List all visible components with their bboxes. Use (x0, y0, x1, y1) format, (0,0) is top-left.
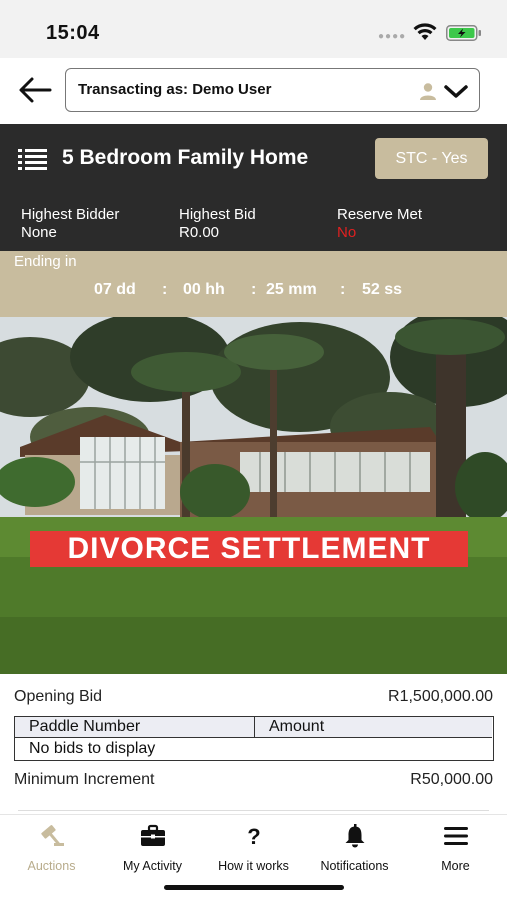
tab-label: Auctions (27, 859, 76, 873)
bell-icon (345, 824, 365, 848)
signal-dots-icon: ●●●● (378, 31, 407, 42)
property-photo-illustration (0, 317, 507, 674)
list-icon[interactable] (18, 148, 48, 170)
tab-my-activity[interactable]: My Activity (102, 821, 203, 875)
back-arrow-icon[interactable] (18, 75, 52, 105)
reserve-met-label: Reserve Met (337, 206, 423, 223)
highest-bidder-value: None (21, 224, 57, 241)
minimum-increment-row: Minimum Increment R50,000.00 (14, 771, 493, 789)
stc-button[interactable]: STC - Yes (375, 138, 488, 179)
countdown-minutes: 25 mm (266, 281, 317, 298)
bids-table: Paddle Number Amount No bids to display (14, 716, 494, 761)
countdown-hours: 00 hh (183, 281, 225, 298)
home-indicator (164, 885, 344, 890)
top-header: Transacting as: Demo User (0, 58, 507, 124)
minimum-increment-value: R50,000.00 (410, 771, 493, 788)
opening-bid-value: R1,500,000.00 (388, 688, 493, 705)
transacting-user-select[interactable]: Transacting as: Demo User (65, 68, 480, 112)
tab-label: Notifications (320, 859, 389, 873)
highest-bid-label: Highest Bid (179, 206, 256, 223)
tab-how-it-works[interactable]: ? How it works (203, 821, 304, 875)
reserve-met-value: No (337, 224, 357, 241)
question-icon: ? (247, 824, 260, 849)
status-time: 15:04 (46, 22, 100, 44)
amount-header: Amount (255, 717, 492, 737)
svg-text:?: ? (247, 824, 260, 849)
property-photo[interactable]: DIVORCE SETTLEMENT (0, 317, 507, 674)
opening-bid-row: Opening Bid R1,500,000.00 (14, 688, 493, 706)
countdown-separator: : (340, 281, 346, 298)
paddle-number-header: Paddle Number (15, 717, 255, 737)
user-icon (420, 83, 436, 100)
briefcase-icon (141, 824, 165, 846)
opening-bid-label: Opening Bid (14, 688, 103, 705)
battery-charging-icon (446, 25, 481, 41)
divider (18, 810, 489, 811)
tab-notifications[interactable]: Notifications (304, 821, 405, 875)
divorce-settlement-banner: DIVORCE SETTLEMENT (30, 531, 468, 567)
menu-icon (444, 827, 468, 845)
countdown-seconds: 52 ss (362, 281, 403, 298)
highest-bid-value: R0.00 (179, 224, 220, 241)
highest-bidder-label: Highest Bidder (21, 206, 120, 223)
chevron-down-icon (444, 85, 468, 98)
auction-title-bar: 5 Bedroom Family Home STC - Yes (0, 124, 507, 194)
ending-label: Ending in (14, 253, 77, 270)
no-bids-message: No bids to display (29, 740, 156, 757)
highest-bid-block: Highest Bid R0.00 (179, 206, 256, 242)
countdown-separator: : (162, 281, 168, 298)
tab-label: How it works (218, 859, 289, 873)
tab-auctions[interactable]: Auctions (1, 821, 102, 875)
countdown-bar: Ending in 07 dd : 00 hh : 25 mm : 52 ss (0, 251, 507, 317)
auction-title: 5 Bedroom Family Home (62, 146, 309, 169)
bids-table-header: Paddle Number Amount (15, 717, 492, 738)
tab-label: My Activity (122, 859, 183, 873)
countdown-separator: : (251, 281, 257, 298)
minimum-increment-label: Minimum Increment (14, 771, 155, 788)
transacting-label: Transacting as: Demo User (78, 81, 272, 98)
reserve-met-block: Reserve Met No (337, 206, 422, 242)
gavel-icon (41, 825, 64, 846)
bid-info-panel: Highest Bidder None Highest Bid R0.00 Re… (0, 194, 507, 251)
banner-text: DIVORCE SETTLEMENT (67, 532, 431, 565)
wifi-icon (413, 23, 437, 40)
countdown-days: 07 dd (94, 281, 136, 298)
tab-label: More (441, 859, 470, 873)
tab-more[interactable]: More (405, 821, 506, 875)
status-bar: 15:04 ●●●● (0, 0, 507, 58)
highest-bidder-block: Highest Bidder None (21, 206, 119, 242)
